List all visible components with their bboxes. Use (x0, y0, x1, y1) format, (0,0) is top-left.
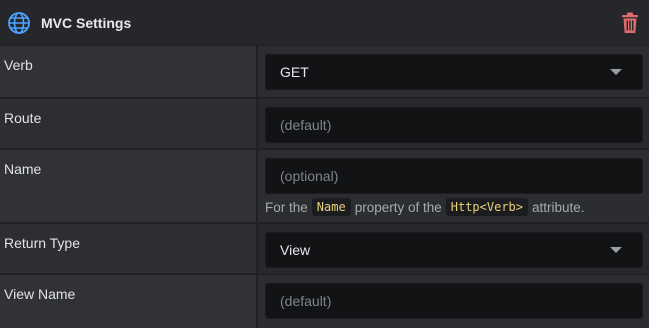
view-name-field: (default) (258, 275, 649, 328)
chevron-down-icon (610, 247, 622, 253)
verb-value: GET (280, 64, 309, 80)
hint-code-name: Name (311, 198, 351, 216)
return-type-label: Return Type (0, 224, 258, 273)
view-name-label: View Name (0, 275, 258, 328)
route-placeholder: (default) (280, 117, 332, 133)
verb-label: Verb (0, 46, 258, 97)
settings-rows: Verb GET Route (default) Name (optional)… (0, 46, 649, 328)
route-field: (default) (258, 99, 649, 148)
name-label: Name (0, 150, 258, 222)
return-type-select[interactable]: View (265, 232, 643, 268)
row-verb: Verb GET (0, 46, 649, 99)
name-hint: For the Name property of the Http<Verb> … (265, 198, 643, 216)
route-label: Route (0, 99, 258, 148)
hint-mid: property of the (354, 199, 442, 215)
row-name: Name (optional) For the Name property of… (0, 150, 649, 224)
verb-field: GET (258, 46, 649, 97)
row-view-name: View Name (default) (0, 275, 649, 328)
mvc-settings-panel: MVC Settings Verb GET Route (default) Na… (0, 0, 649, 328)
name-input[interactable]: (optional) (265, 158, 643, 194)
return-type-field: View (258, 224, 649, 273)
row-return-type: Return Type View (0, 224, 649, 275)
route-input[interactable]: (default) (265, 107, 643, 143)
hint-suffix: attribute. (532, 199, 585, 215)
panel-header: MVC Settings (0, 0, 649, 46)
return-type-value: View (280, 242, 311, 258)
view-name-input[interactable]: (default) (265, 283, 643, 319)
row-route: Route (default) (0, 99, 649, 150)
globe-icon (6, 10, 32, 36)
hint-prefix: For the (265, 199, 308, 215)
verb-select[interactable]: GET (265, 54, 643, 90)
hint-code-http-verb: Http<Verb> (445, 198, 528, 216)
chevron-down-icon (610, 69, 622, 75)
trash-icon[interactable] (619, 11, 641, 35)
name-field: (optional) For the Name property of the … (258, 150, 649, 222)
name-placeholder: (optional) (280, 168, 339, 184)
view-name-placeholder: (default) (280, 293, 332, 309)
panel-title: MVC Settings (41, 14, 132, 31)
